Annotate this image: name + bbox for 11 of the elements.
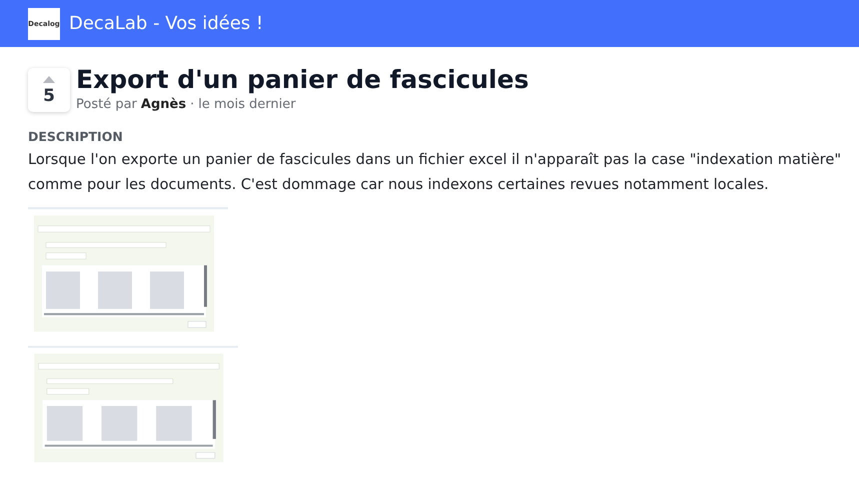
post-title: Export d'un panier de fascicules xyxy=(76,65,529,95)
separator-dot: · xyxy=(190,97,194,112)
author-name: Agnès xyxy=(140,97,186,112)
upvote-arrow-icon xyxy=(43,76,55,82)
vote-count: 5 xyxy=(43,88,55,104)
section-heading: DESCRIPTION xyxy=(28,129,124,144)
posted-by-label: Posté par xyxy=(76,97,137,112)
post-time: le mois dernier xyxy=(198,97,296,112)
description-text: Lorsque l'on exporte un panier de fascicules dans un fichier excel il n'apparaît pas la case "indexation matière" comme pour les documents. C'est dommage car nous indexons certaines revues notamment locales. xyxy=(28,150,842,195)
upvote-button[interactable]: 5 xyxy=(28,68,70,112)
site-title[interactable]: DecaLab - Vos idées ! xyxy=(69,13,264,34)
